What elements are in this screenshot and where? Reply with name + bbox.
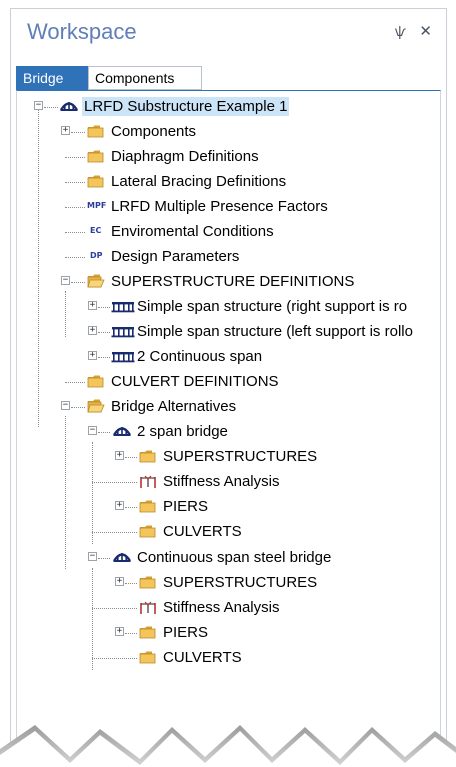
workspace-panel: Workspace ѱ ✕ Bridge Components − LRFD S… — [10, 8, 447, 760]
stiffness-analysis-icon — [139, 599, 157, 615]
tree-node-label[interactable]: Stiffness Analysis — [163, 472, 279, 491]
folder-icon — [87, 148, 105, 164]
tree-node-label[interactable]: CULVERTS — [163, 522, 242, 541]
tree-node-label[interactable]: PIERS — [163, 497, 208, 516]
expand-icon[interactable]: + — [115, 501, 124, 510]
tree-node-label[interactable]: CULVERT DEFINITIONS — [111, 372, 279, 391]
expand-icon[interactable]: + — [88, 351, 97, 360]
folder-icon — [139, 498, 157, 514]
tab-bridge[interactable]: Bridge — [16, 66, 88, 90]
girder-icon — [111, 348, 135, 364]
tree-node-label[interactable]: PIERS — [163, 623, 208, 642]
tree-guide-bridge2 — [92, 568, 93, 670]
expand-icon[interactable]: + — [88, 326, 97, 335]
pin-icon[interactable]: ѱ — [395, 25, 406, 40]
tree-node-label[interactable]: Bridge Alternatives — [111, 397, 236, 416]
tree-node-label[interactable]: 2 Continuous span — [137, 347, 262, 366]
folder-icon — [139, 649, 157, 665]
girder-icon — [111, 298, 135, 314]
expand-icon[interactable]: + — [61, 126, 70, 135]
folder-open-icon — [87, 273, 105, 289]
folder-icon — [87, 373, 105, 389]
tree-node-label[interactable]: CULVERTS — [163, 648, 242, 667]
folder-icon — [139, 624, 157, 640]
expand-icon[interactable]: + — [88, 301, 97, 310]
tree-node-label[interactable]: Simple span structure (left support is r… — [137, 322, 413, 341]
tree-node-label[interactable]: Diaphragm Definitions — [111, 147, 259, 166]
dp-icon: DP — [90, 251, 103, 260]
folder-icon — [139, 574, 157, 590]
tree-node-label[interactable]: Enviromental Conditions — [111, 222, 274, 241]
tree-node-label[interactable]: Simple span structure (right support is … — [137, 297, 407, 316]
close-icon[interactable]: ✕ — [419, 22, 432, 40]
tree-node-label[interactable]: Lateral Bracing Definitions — [111, 172, 286, 191]
tree-node-label[interactable]: SUPERSTRUCTURES — [163, 447, 317, 466]
expand-icon[interactable]: + — [115, 627, 124, 636]
tree-node-label[interactable]: Continuous span steel bridge — [137, 548, 331, 567]
tree-guide-superstructure-defs — [65, 291, 66, 337]
stiffness-analysis-icon — [139, 473, 157, 489]
torn-edge-decoration — [0, 725, 456, 767]
tree-guide-bridge1 — [92, 442, 93, 544]
bridge-icon — [60, 98, 78, 114]
ec-icon: EC — [90, 226, 102, 235]
girder-icon — [111, 323, 135, 339]
tree-node-label[interactable]: 2 span bridge — [137, 422, 228, 441]
tree-node-label[interactable]: Stiffness Analysis — [163, 598, 279, 617]
tree-node-label[interactable]: Components — [111, 122, 196, 141]
collapse-icon[interactable]: − — [88, 552, 97, 561]
tree-node-label[interactable]: LRFD Substructure Example 1 — [82, 97, 290, 116]
bridge-icon — [113, 549, 131, 565]
tree-node-label[interactable]: LRFD Multiple Presence Factors — [111, 197, 328, 216]
bridge-icon — [113, 423, 131, 439]
tree-node-label[interactable]: SUPERSTRUCTURES — [163, 573, 317, 592]
collapse-icon[interactable]: − — [34, 101, 43, 110]
tab-components[interactable]: Components — [88, 66, 202, 90]
panel-title: Workspace — [27, 19, 137, 44]
tree-guide-alternatives — [65, 416, 66, 569]
collapse-icon[interactable]: − — [61, 276, 70, 285]
folder-icon — [139, 523, 157, 539]
expand-icon[interactable]: + — [115, 451, 124, 460]
folder-open-icon — [87, 398, 105, 414]
folder-icon — [87, 123, 105, 139]
bridge-tree: − LRFD Substructure Example 1 + Componen… — [16, 90, 441, 755]
collapse-icon[interactable]: − — [88, 426, 97, 435]
folder-icon — [139, 448, 157, 464]
collapse-icon[interactable]: − — [61, 401, 70, 410]
tree-node-label[interactable]: SUPERSTRUCTURE DEFINITIONS — [111, 272, 354, 291]
tree-guide-level0 — [38, 109, 39, 427]
expand-icon[interactable]: + — [115, 577, 124, 586]
folder-icon — [87, 173, 105, 189]
mpf-icon: MPF — [87, 201, 107, 210]
tree-node-label[interactable]: Design Parameters — [111, 247, 239, 266]
